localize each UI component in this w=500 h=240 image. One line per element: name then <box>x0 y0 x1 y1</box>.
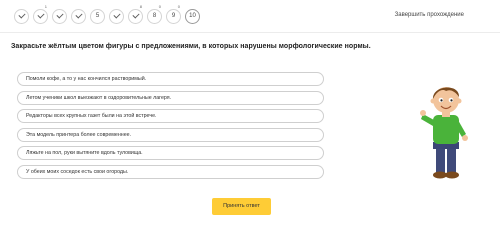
progress-step-marker: 0 <box>158 4 161 9</box>
boy-shoe-right <box>445 171 459 179</box>
progress-step-6[interactable] <box>109 9 124 24</box>
answer-option[interactable]: Эта модель принтера более современнее. <box>17 127 324 142</box>
question-text: Закрасьте жёлтым цветом фигуры с предлож… <box>11 43 371 50</box>
answer-option[interactable]: Ляжьте на пол, руки вытяните вдоль тулов… <box>17 146 324 160</box>
progress-step-3[interactable] <box>52 9 67 24</box>
progress-step-number: 5 <box>95 13 100 19</box>
answer-option[interactable]: У обеих моих соседок есть свои огороды. <box>17 164 324 179</box>
answer-option[interactable]: Редакторы всех крупных газет были на это… <box>17 109 324 123</box>
progress-step-number: 10 <box>189 13 196 19</box>
progress-step-9[interactable]: 90 <box>166 4 181 24</box>
boy-hand-left <box>420 110 426 116</box>
check-icon <box>113 11 121 19</box>
answer-option[interactable]: Летом ученики школ выезжают в оздоровите… <box>17 90 324 105</box>
check-icon <box>56 11 64 19</box>
progress-step-number: 8 <box>152 13 157 19</box>
boy-hand-right <box>462 135 468 141</box>
progress-step-4[interactable] <box>71 9 86 24</box>
progress-step-8[interactable]: 80 <box>147 4 162 24</box>
progress-step-10[interactable]: 10 <box>185 9 200 24</box>
progress-step-number: 9 <box>171 13 176 19</box>
boy-leg-left <box>436 145 445 173</box>
check-icon <box>18 11 26 19</box>
progress-bar: 1 5 8 8 0 9 0 10 Завершить прохождение <box>0 0 500 33</box>
progress-step-7[interactable]: 8 <box>128 4 143 24</box>
answer-option[interactable]: Помоли кофе, а то у нас кончился раствор… <box>17 72 324 86</box>
boy-pupil-left <box>440 99 443 102</box>
boy-leg-right <box>447 145 456 173</box>
progress-step-2[interactable]: 1 <box>33 4 48 24</box>
boy-illustration <box>420 87 468 179</box>
progress-step-1[interactable] <box>14 9 29 24</box>
submit-button[interactable]: Принять ответ <box>212 198 271 215</box>
boy-ear-left <box>430 98 436 104</box>
check-icon <box>132 11 140 19</box>
progress-step-marker: 0 <box>177 4 180 9</box>
finish-button[interactable]: Завершить прохождение <box>395 12 464 18</box>
boy-shirt <box>433 115 459 144</box>
progress-step-marker: 8 <box>139 4 142 9</box>
progress-step-marker: 1 <box>44 4 47 9</box>
check-icon <box>75 11 83 19</box>
progress-step-5[interactable]: 5 <box>90 9 105 24</box>
check-icon <box>37 11 45 19</box>
boy-ear-right <box>456 98 462 104</box>
boy-pupil-right <box>450 99 453 102</box>
boy-shoe-left <box>433 171 447 179</box>
